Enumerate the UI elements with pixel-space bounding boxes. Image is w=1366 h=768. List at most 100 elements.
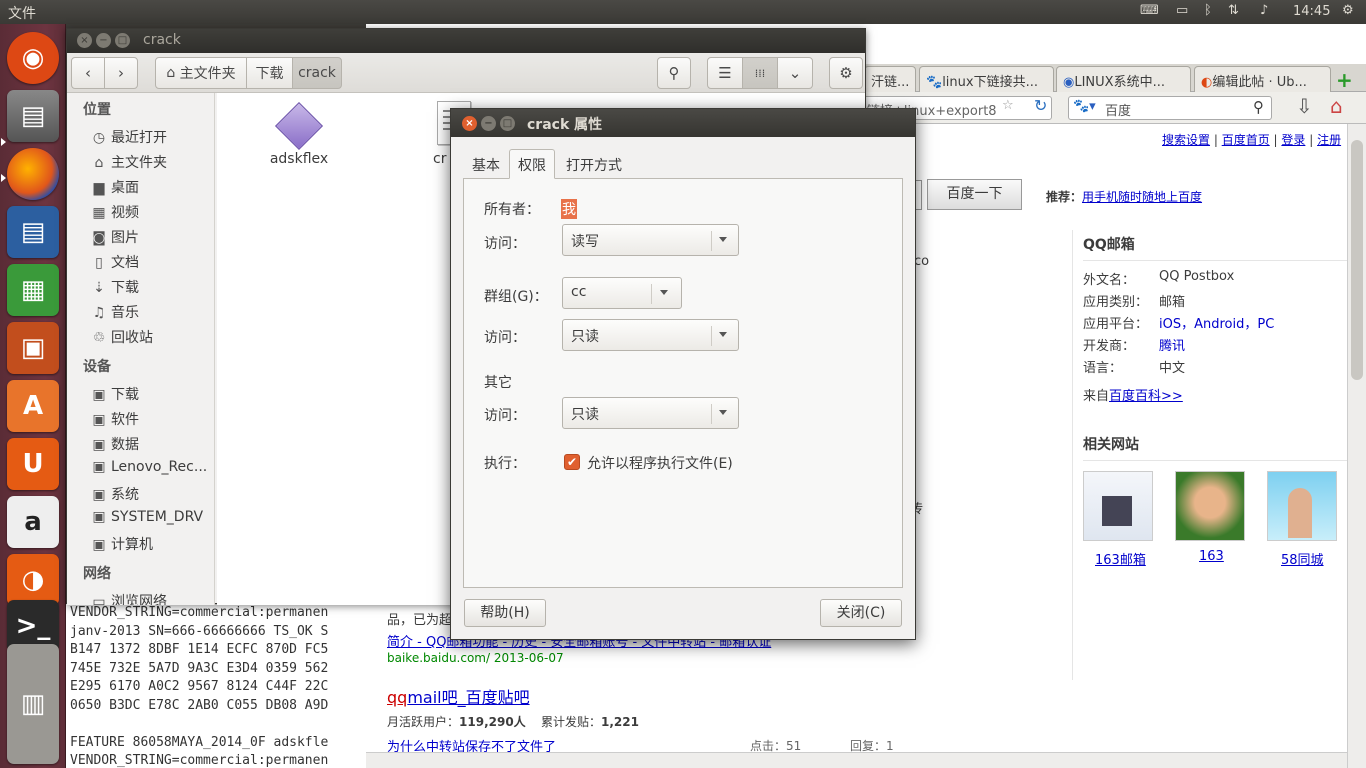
file-adskflex[interactable] [274, 101, 324, 151]
view-options-button[interactable]: ⌄ [777, 57, 813, 89]
sidebar-device-4[interactable]: ▣ 系统 [91, 484, 139, 504]
new-tab-button[interactable]: + [1336, 68, 1353, 92]
writer-icon[interactable]: ▤ [7, 206, 59, 258]
search-bar[interactable]: 🐾▾ 百度 ⚲ [1068, 96, 1272, 120]
owner-access-select[interactable]: 读写 [562, 224, 739, 256]
network-icon[interactable]: ⇅ [1228, 3, 1239, 18]
volume-icon[interactable]: ♪ [1260, 3, 1268, 18]
tab-3[interactable]: ◉LINUX系统中... [1056, 66, 1191, 92]
clock[interactable]: 14:45 [1293, 4, 1330, 19]
minimize-icon[interactable]: − [481, 116, 496, 131]
help-button[interactable]: 帮助(H) [464, 599, 546, 627]
sidebar-item-0[interactable]: ◷ 最近打开 [91, 127, 167, 147]
amazon-icon[interactable]: a [7, 496, 59, 548]
breadcrumb-downloads[interactable]: 下载 [246, 57, 293, 89]
workspace-switcher-icon[interactable]: ▥ [7, 644, 59, 764]
minimize-icon[interactable]: − [96, 33, 111, 48]
sidebar-item-4[interactable]: ◙ 图片 [91, 227, 139, 247]
exec-checkbox[interactable]: ✔ [564, 454, 580, 470]
search-icon[interactable]: ⚲ [1253, 98, 1264, 116]
keyboard-icon[interactable]: ⌨ [1140, 3, 1159, 18]
impress-icon[interactable]: ▣ [7, 322, 59, 374]
infobox-value[interactable]: 腾讯 [1159, 335, 1185, 354]
recommend-link[interactable]: 用手机随时随地上百度 [1082, 190, 1202, 204]
forward-button[interactable]: › [104, 57, 138, 89]
maximize-icon[interactable]: □ [500, 116, 515, 131]
others-access-select[interactable]: 只读 [562, 397, 739, 429]
breadcrumb-home[interactable]: ⌂ 主文件夹 [155, 57, 247, 89]
list-view-button[interactable]: ☰ [707, 57, 743, 89]
related-link-163[interactable]: 163 [1199, 549, 1224, 564]
scroll-thumb[interactable] [1351, 140, 1363, 380]
sidebar-device-0[interactable]: ▣ 下载 [91, 384, 139, 404]
software-center-icon[interactable]: A [7, 380, 59, 432]
close-icon[interactable]: × [77, 33, 92, 48]
related-thumb-163mail[interactable] [1083, 471, 1153, 541]
reload-icon[interactable]: ↻ [1034, 96, 1047, 115]
sidebar-item-browse-network[interactable]: ▭ 浏览网络 [91, 591, 167, 605]
bookmark-star-icon[interactable]: ☆ [1002, 98, 1014, 113]
bluetooth-icon[interactable]: ᛒ [1204, 3, 1212, 18]
ubuntu-dash-icon[interactable]: ◉ [7, 32, 59, 84]
link-search-settings[interactable]: 搜索设置 [1162, 133, 1210, 147]
link-baidu-home[interactable]: 百度首页 [1222, 133, 1270, 147]
link-register[interactable]: 注册 [1317, 133, 1341, 147]
sidebar-item-8[interactable]: ♲ 回收站 [91, 327, 153, 347]
download-arrow-icon[interactable]: ⇩ [1296, 94, 1313, 118]
group-access-select[interactable]: 只读 [562, 319, 739, 351]
back-button[interactable]: ‹ [71, 57, 105, 89]
home-icon[interactable]: ⌂ [1330, 94, 1343, 118]
related-link-58[interactable]: 58同城 [1281, 549, 1324, 568]
ubuntu-one-music-icon[interactable]: ◑ [7, 554, 59, 606]
sidebar-item-3[interactable]: ▦ 视频 [91, 202, 139, 222]
search-input-edge[interactable] [916, 180, 922, 210]
related-link-163mail[interactable]: 163邮箱 [1095, 549, 1146, 568]
infobox-value[interactable]: iOS，Android，PC [1159, 313, 1274, 332]
ubuntu-one-icon[interactable]: U [7, 438, 59, 490]
link-login[interactable]: 登录 [1281, 133, 1305, 147]
horizontal-scrollbar[interactable] [366, 752, 1347, 768]
files-icon[interactable]: ▤ [7, 90, 59, 142]
baidu-search-button[interactable]: 百度一下 [927, 179, 1022, 210]
vertical-scrollbar[interactable] [1347, 124, 1366, 768]
tab-basic[interactable]: 基本 [463, 149, 509, 179]
search-button[interactable]: ⚲ [657, 57, 691, 89]
tab-4[interactable]: ◐编辑此帖 · Ub... [1194, 66, 1331, 92]
result2-title[interactable]: qqmail吧_百度贴吧 [387, 684, 530, 708]
divider [1072, 230, 1073, 680]
sidebar-item-5[interactable]: ▯ 文档 [91, 252, 139, 272]
group-select[interactable]: cc [562, 277, 682, 309]
sidebar-device-5[interactable]: ▣ SYSTEM_DRV [91, 509, 203, 525]
sidebar-item-label: 下载 [111, 280, 139, 296]
maximize-icon[interactable]: □ [115, 33, 130, 48]
tab-open-with[interactable]: 打开方式 [557, 149, 631, 179]
sidebar-device-3[interactable]: ▣ Lenovo_Rec... [91, 459, 207, 475]
sidebar-item-7[interactable]: ♫ 音乐 [91, 302, 139, 322]
close-button[interactable]: 关闭(C) [820, 599, 902, 627]
calc-icon[interactable]: ▦ [7, 264, 59, 316]
tab-1[interactable]: 汗链... [864, 66, 916, 92]
baike-link[interactable]: 百度百科>> [1109, 389, 1183, 404]
battery-icon[interactable]: ▭ [1176, 3, 1188, 18]
firefox-icon[interactable] [7, 148, 59, 200]
tab-permissions[interactable]: 权限 [509, 149, 555, 179]
sidebar-item-2[interactable]: ▆ 桌面 [91, 177, 139, 197]
sidebar-device-1[interactable]: ▣ 软件 [91, 409, 139, 429]
terminal-line: VENDOR_STRING=commercial:permanen [70, 605, 329, 620]
gear-icon[interactable]: ⚙ [1342, 3, 1354, 18]
sidebar-device-2[interactable]: ▣ 数据 [91, 434, 139, 454]
tab-2[interactable]: 🐾linux下链接共... [919, 66, 1054, 92]
related-thumb-163[interactable] [1175, 471, 1245, 541]
breadcrumb-crack[interactable]: crack [292, 57, 342, 89]
app-menu[interactable]: 文件 [8, 3, 36, 23]
settings-button[interactable]: ⚙ [829, 57, 863, 89]
related-thumb-58[interactable] [1267, 471, 1337, 541]
sidebar-item-6[interactable]: ⇣ 下载 [91, 277, 139, 297]
grid-view-button[interactable]: ⁞⁞⁞ [742, 57, 778, 89]
sidebar-device-6[interactable]: ▣ 计算机 [91, 534, 153, 554]
sidebar-item-1[interactable]: ⌂ 主文件夹 [91, 152, 167, 172]
close-icon[interactable]: × [462, 116, 477, 131]
infobox: QQ邮箱 外文名： QQ Postbox 应用类别： 邮箱 应用平台： iOS，Andro… [1083, 234, 1348, 581]
exec-checkbox-label[interactable]: 允许以程序执行文件(E) [587, 453, 733, 473]
group-label: 群组(G)： [484, 289, 548, 305]
